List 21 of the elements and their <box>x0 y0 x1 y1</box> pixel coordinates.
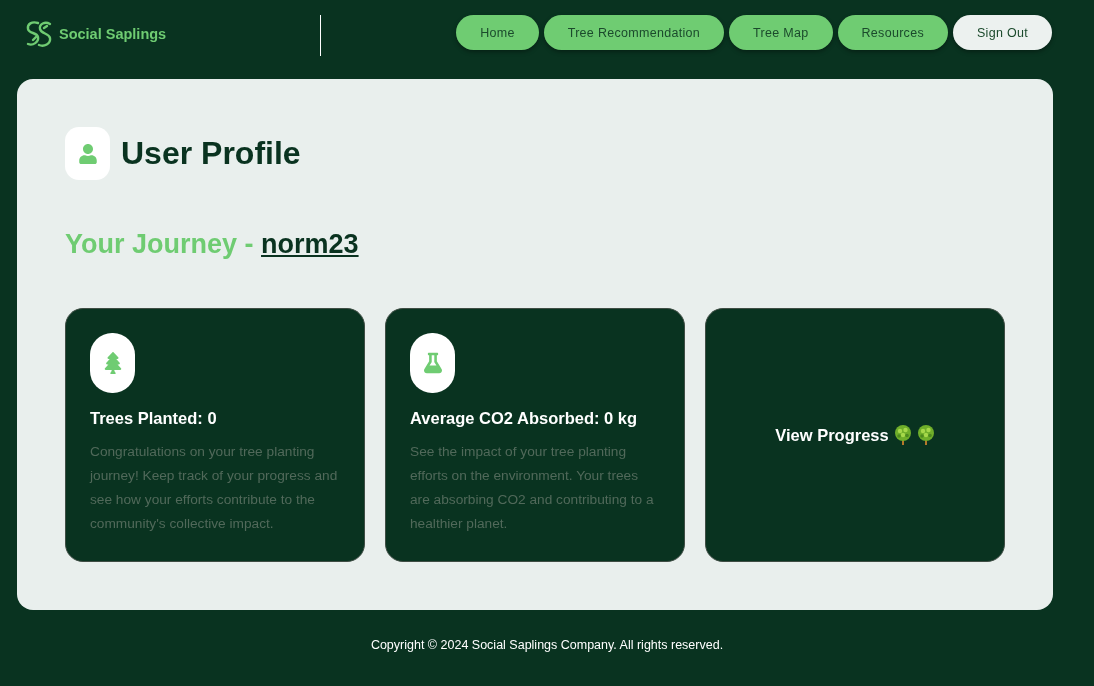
journey-heading: Your Journey - norm23 <box>65 228 359 261</box>
nav-button[interactable]: Home <box>456 15 539 50</box>
flask-icon <box>410 333 455 393</box>
card-title: Average CO2 Absorbed: 0 kg <box>410 408 639 429</box>
card-description: See the impact of your tree planting efforts on the environment. Your trees are absorbing CO2 and contributing to a healthier planet. <box>410 443 655 533</box>
copyright-text: Copyright © 2024 Social Saplings Company. All rights reserved. <box>370 638 724 652</box>
brand-name: Social Saplings <box>59 26 167 42</box>
username-link[interactable]: norm23 <box>261 229 359 259</box>
page-title: User Profile <box>121 135 301 172</box>
tree-icon <box>916 425 935 445</box>
nav-button[interactable]: Resources <box>837 15 948 50</box>
card-description: Congratulations on your tree planting journey! Keep track of your progress and see how your efforts contribute to the community's collective impact. <box>90 443 339 533</box>
view-progress-link[interactable]: View Progress <box>705 308 1005 562</box>
nav-button[interactable]: Tree Recommendation <box>543 15 725 50</box>
card-title: Trees Planted: 0 <box>90 408 218 429</box>
user-icon <box>65 127 110 180</box>
nav-button[interactable]: Tree Map <box>729 15 833 50</box>
tree-icon <box>90 333 135 393</box>
sign-out-button[interactable]: Sign Out <box>952 15 1052 50</box>
logo-icon <box>25 20 53 48</box>
tree-icon <box>893 425 912 445</box>
